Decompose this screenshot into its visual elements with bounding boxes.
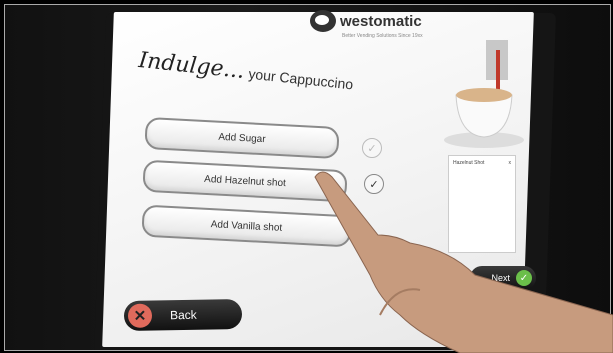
option-label: Add Vanilla shot	[210, 218, 283, 234]
brand-logo: westomatic	[310, 10, 422, 32]
back-button[interactable]: ✕ Back	[123, 298, 243, 332]
option-label: Add Sugar	[218, 131, 266, 145]
brand-tagline: Better Vending Solutions Since 19xx	[342, 33, 423, 39]
cappuccino-cup-image	[444, 40, 524, 148]
brand-name: westomatic	[340, 12, 422, 30]
westomatic-logo-icon	[310, 10, 336, 32]
close-icon: ✕	[127, 303, 153, 328]
option-label: Add Hazelnut shot	[203, 173, 287, 189]
back-label: Back	[169, 307, 197, 323]
pointing-hand	[314, 171, 613, 353]
add-sugar-checkbox[interactable]: ✓	[362, 138, 382, 158]
